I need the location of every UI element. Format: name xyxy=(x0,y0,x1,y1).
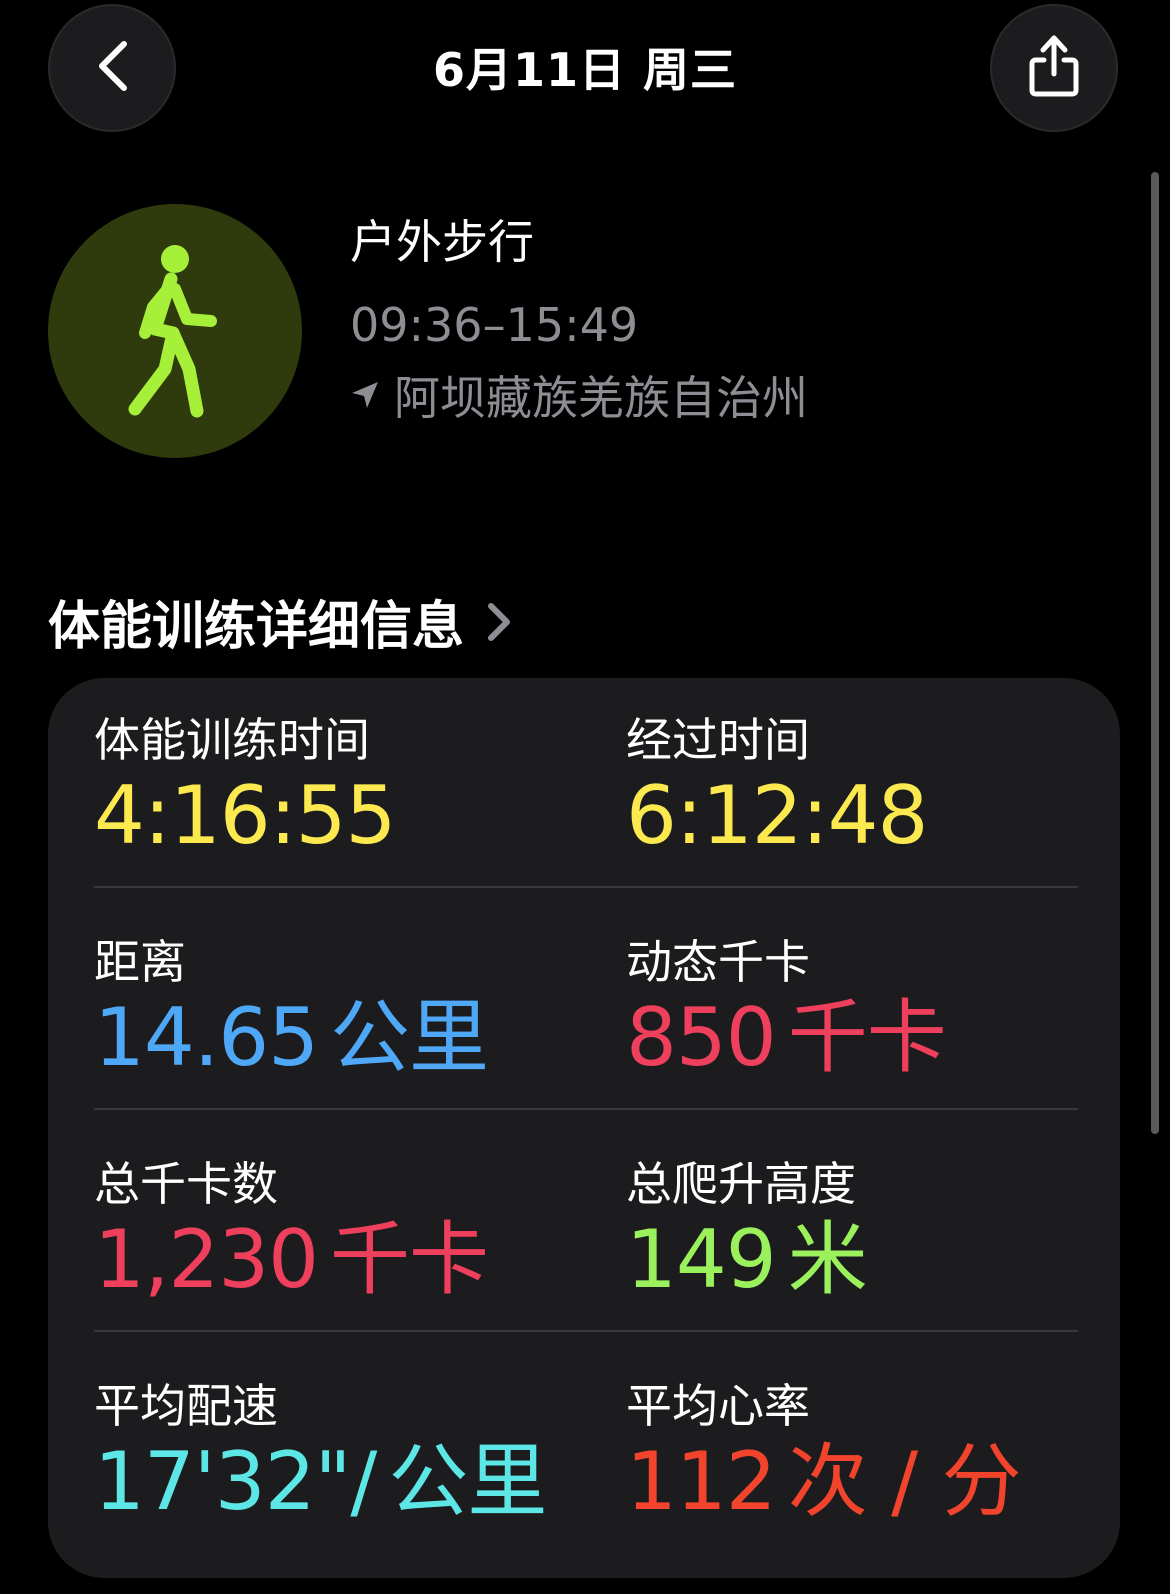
metric-value: 17'32"/公里 xyxy=(94,1435,547,1528)
metric-label: 体能训练时间 xyxy=(94,713,370,767)
metric-avg-heart-rate: 平均心率 112 次 / 分 xyxy=(626,1370,1022,1528)
metric-distance: 距离 14.65 公里 xyxy=(94,926,489,1084)
metric-label: 总爬升高度 xyxy=(626,1157,856,1211)
metric-value: 149 米 xyxy=(626,1213,868,1306)
metric-label: 总千卡数 xyxy=(94,1157,278,1211)
share-button[interactable] xyxy=(990,4,1118,132)
metric-elevation-gain: 总爬升高度 149 米 xyxy=(626,1148,868,1306)
metric-value: 6:12:48 xyxy=(626,769,928,862)
workout-time-range: 09:36–15:49 xyxy=(350,298,639,352)
metric-elapsed-time: 经过时间 6:12:48 xyxy=(626,704,928,862)
metric-label: 动态千卡 xyxy=(626,935,810,989)
metric-value: 1,230 千卡 xyxy=(94,1213,489,1306)
metric-value: 4:16:55 xyxy=(94,769,396,862)
divider xyxy=(94,1108,1078,1110)
location-text: 阿坝藏族羌族自治州 xyxy=(394,371,808,425)
metric-active-calories: 动态千卡 850 千卡 xyxy=(626,926,947,1084)
activity-icon-badge xyxy=(48,204,302,458)
workout-name: 户外步行 xyxy=(350,215,534,269)
metric-label: 距离 xyxy=(94,935,186,989)
divider xyxy=(94,886,1078,888)
metric-workout-time: 体能训练时间 4:16:55 xyxy=(94,704,396,862)
metric-total-calories: 总千卡数 1,230 千卡 xyxy=(94,1148,489,1306)
location-arrow-icon xyxy=(350,380,380,410)
metric-avg-pace: 平均配速 17'32"/公里 xyxy=(94,1370,547,1528)
section-title: 体能训练详细信息 xyxy=(48,597,465,657)
chevron-right-icon xyxy=(486,601,512,643)
metrics-card: 体能训练时间 4:16:55 经过时间 6:12:48 距离 14.65 公里 动… xyxy=(48,678,1120,1578)
workout-details-link[interactable]: 体能训练详细信息 xyxy=(48,584,512,659)
share-icon xyxy=(1026,32,1082,104)
metric-value: 850 千卡 xyxy=(626,991,947,1084)
metric-label: 经过时间 xyxy=(626,713,810,767)
divider xyxy=(94,1330,1078,1332)
metric-label: 平均心率 xyxy=(626,1379,810,1433)
metric-label: 平均配速 xyxy=(94,1379,278,1433)
scrollbar[interactable] xyxy=(1151,172,1159,1134)
metric-value: 112 次 / 分 xyxy=(626,1435,1022,1528)
walking-figure-icon xyxy=(125,229,225,433)
workout-location: 阿坝藏族羌族自治州 xyxy=(350,362,808,428)
metric-value: 14.65 公里 xyxy=(94,991,489,1084)
